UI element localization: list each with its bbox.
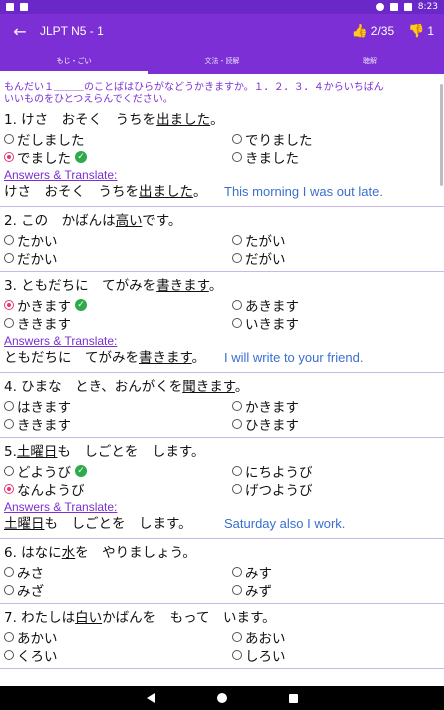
option-radio[interactable]: たかい [4, 231, 232, 250]
wifi-icon [389, 3, 398, 11]
question-text: 7. わたしは白いかばんを もって います。 [4, 610, 276, 626]
battery-icon [403, 3, 412, 11]
option-radio[interactable]: ききます [4, 415, 232, 434]
option-radio[interactable]: げつようび [232, 480, 440, 499]
app-bar: ← JLPT N5 - 1 👍 2/35 👎 1 [0, 14, 444, 48]
instruction-line: いいものをひとつえらんでください。 [4, 94, 173, 105]
option-radio[interactable]: でりました [232, 130, 440, 149]
like-counter[interactable]: 👍 2/35 [352, 23, 395, 39]
option-radio[interactable]: みす [232, 563, 440, 582]
answer-row: ともだちに てがみを書きます。 I will write to your fri… [4, 350, 364, 366]
option-radio[interactable]: みさ [4, 563, 232, 582]
question-text: 2. この かばんは高いです。 [4, 213, 182, 229]
location-icon [375, 3, 384, 11]
page-title: JLPT N5 - 1 [40, 24, 104, 38]
tab-bunpou-dokkai[interactable]: 文法・読解 [148, 48, 296, 74]
translation: I will write to your friend. [224, 350, 364, 365]
option-radio[interactable]: あおい [232, 628, 440, 647]
tab-choukai[interactable]: 聴解 [296, 48, 444, 74]
status-bar: 8:23 [0, 0, 444, 14]
option-radio[interactable]: でました ✓ [4, 148, 232, 167]
answers-label: Answers & Translate: [4, 500, 118, 514]
answer-row: 土曜日も しごとを します。 Saturday also I work. [4, 516, 346, 532]
option-radio[interactable]: だがい [232, 249, 440, 268]
question-text: 4. ひまな とき、おんがくを聞きます。 [4, 379, 249, 395]
answer-row: けさ おそく うちを出ました。 This morning I was out l… [4, 184, 383, 200]
option-radio[interactable]: あかい [4, 628, 232, 647]
notification-icon [6, 3, 14, 11]
question-text: 5.土曜日も しごとを します。 [4, 444, 205, 460]
option-radio[interactable]: ききます [4, 314, 232, 333]
check-icon: ✓ [75, 465, 87, 477]
option-radio[interactable]: だかい [4, 249, 232, 268]
option-radio[interactable]: たがい [232, 231, 440, 250]
like-count: 2/35 [370, 24, 395, 38]
option-radio[interactable]: にちようび [232, 462, 440, 481]
option-radio[interactable]: あきます [232, 296, 440, 315]
check-icon: ✓ [75, 151, 87, 163]
tab-moji-goi[interactable]: もじ・ごい [0, 48, 148, 74]
option-radio[interactable]: しろい [232, 646, 440, 665]
option-radio[interactable]: きました [232, 148, 440, 167]
question-item: 2. この かばんは高いです。 たかい たがい だかい だがい [0, 207, 444, 272]
option-radio[interactable]: どようび ✓ [4, 462, 232, 481]
dislike-counter[interactable]: 👎 1 [408, 23, 434, 39]
answers-label: Answers & Translate: [4, 168, 118, 182]
scrollbar[interactable] [440, 84, 443, 186]
question-item: 1. けさ おそく うちを出ました。 だしました でりました でました ✓ きまし… [0, 106, 444, 207]
question-item: 3. ともだちに てがみを書きます。 かきます ✓ あきます ききます いきます … [0, 272, 444, 373]
check-icon: ✓ [75, 299, 87, 311]
nav-back-icon[interactable] [146, 693, 155, 703]
translation: This morning I was out late. [224, 184, 383, 199]
question-item: 7. わたしは白いかばんを もって います。 あかい あおい くろい しろい [0, 604, 444, 669]
option-radio[interactable]: かきます [232, 397, 440, 416]
option-radio[interactable]: くろい [4, 646, 232, 665]
option-radio[interactable]: みず [232, 581, 440, 600]
sd-card-icon [20, 3, 28, 11]
system-nav-bar [0, 686, 444, 710]
nav-home-icon[interactable] [216, 693, 227, 703]
answers-label: Answers & Translate: [4, 334, 118, 348]
instruction-line: もんだい１＿＿＿のことばはひらがなどうかきますか。１．２．３．４からいちばん [4, 82, 384, 93]
thumbs-down-icon: 👎 [408, 23, 425, 38]
thumbs-up-icon: 👍 [351, 23, 368, 38]
question-list[interactable]: もんだい１＿＿＿のことばはひらがなどうかきますか。１．２．３．４からいちばん い… [0, 74, 444, 686]
option-radio[interactable]: かきます ✓ [4, 296, 232, 315]
option-radio[interactable]: いきます [232, 314, 440, 333]
question-item: 6. はなに水を やりましょう。 みさ みす みざ みず [0, 539, 444, 604]
option-radio[interactable]: ひきます [232, 415, 440, 434]
nav-recents-icon[interactable] [288, 693, 298, 703]
question-text: 3. ともだちに てがみを書きます。 [4, 278, 223, 294]
translation: Saturday also I work. [224, 516, 346, 531]
arrow-left-icon[interactable]: ← [0, 22, 40, 41]
option-radio[interactable]: みざ [4, 581, 232, 600]
option-radio[interactable]: なんようび [4, 480, 232, 499]
question-item: 5.土曜日も しごとを します。 どようび ✓ にちようび なんようび げつようび… [0, 438, 444, 539]
status-time: 8:23 [417, 2, 438, 12]
question-item: 4. ひまな とき、おんがくを聞きます。 はきます かきます ききます ひきます [0, 373, 444, 438]
tab-bar: もじ・ごい 文法・読解 聴解 [0, 48, 444, 74]
instruction: もんだい１＿＿＿のことばはひらがなどうかきますか。１．２．３．４からいちばん い… [0, 74, 444, 106]
question-text: 6. はなに水を やりましょう。 [4, 545, 196, 561]
question-text: 1. けさ おそく うちを出ました。 [4, 112, 224, 128]
dislike-count: 1 [427, 24, 434, 38]
option-radio[interactable]: はきます [4, 397, 232, 416]
option-radio[interactable]: だしました [4, 130, 232, 149]
